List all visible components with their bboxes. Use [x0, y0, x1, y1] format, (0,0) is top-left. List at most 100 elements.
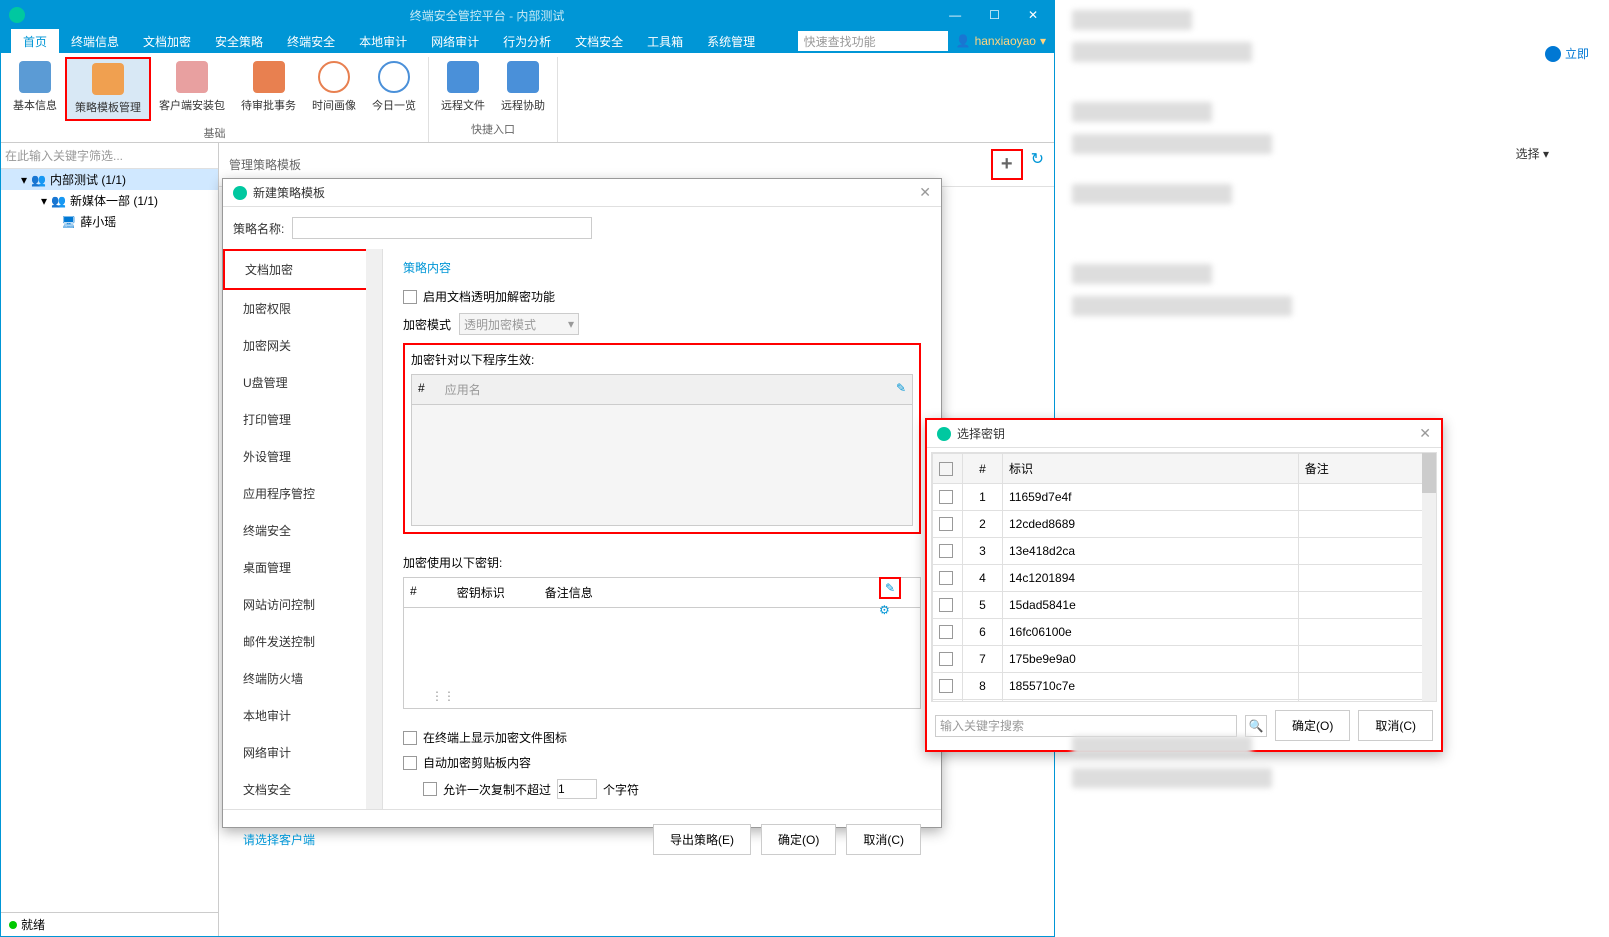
ribbon-time-portrait[interactable]: 时间画像	[304, 57, 364, 121]
tab-doc-encrypt[interactable]: 文档加密	[223, 249, 382, 290]
ok-button[interactable]: 确定(O)	[761, 824, 836, 855]
keys-modal-title: 选择密钥	[957, 425, 1005, 442]
tab-print[interactable]: 打印管理	[223, 401, 382, 438]
tab-encrypt-gateway[interactable]: 加密网关	[223, 327, 382, 364]
keys-label: 加密使用以下密钥:	[403, 554, 921, 571]
refresh-button[interactable]: ↻	[1031, 149, 1044, 180]
ribbon-policy-template[interactable]: 策略模板管理	[65, 57, 151, 121]
row-checkbox[interactable]	[939, 571, 953, 585]
modal-icon	[233, 186, 247, 200]
policy-name-input[interactable]	[292, 217, 592, 239]
menu-terminal-info[interactable]: 终端信息	[59, 29, 131, 54]
row-checkbox[interactable]	[939, 517, 953, 531]
show-icon-checkbox[interactable]	[403, 731, 417, 745]
menu-doc-encrypt[interactable]: 文档加密	[131, 29, 203, 54]
row-num: 3	[963, 538, 1003, 565]
row-checkbox[interactable]	[939, 544, 953, 558]
tabs-scrollbar[interactable]	[366, 249, 382, 809]
login-link[interactable]: 立即	[1545, 45, 1589, 62]
clock-icon	[318, 61, 350, 93]
edit-keys-button[interactable]: ✎	[879, 577, 901, 599]
chevron-down-icon: ▾	[568, 317, 574, 331]
tab-app-control[interactable]: 应用程序管控	[223, 475, 382, 512]
mode-select[interactable]: 透明加密模式▾	[459, 313, 579, 335]
maximize-button[interactable]: ☐	[981, 8, 1008, 22]
tree-panel: 在此输入关键字筛选... ▾👥内部测试 (1/1) ▾👥新媒体一部 (1/1) …	[1, 143, 219, 936]
row-checkbox[interactable]	[939, 598, 953, 612]
row-checkbox[interactable]	[939, 490, 953, 504]
row-num: 2	[963, 511, 1003, 538]
package-icon	[176, 61, 208, 93]
add-button[interactable]: +	[991, 149, 1023, 180]
tab-firewall[interactable]: 终端防火墙	[223, 660, 382, 697]
menu-toolbox[interactable]: 工具箱	[635, 29, 695, 54]
quick-search-input[interactable]: 快速查找功能	[798, 31, 948, 51]
eye-icon	[378, 61, 410, 93]
minimize-button[interactable]: —	[941, 8, 969, 22]
status-bar: 就绪	[1, 912, 218, 936]
menu-security-policy[interactable]: 安全策略	[203, 29, 275, 54]
ribbon-group-basic-label: 基础	[204, 125, 226, 141]
tab-terminal-security[interactable]: 终端安全	[223, 512, 382, 549]
key-settings-button[interactable]: ⚙	[879, 603, 901, 617]
ribbon-basic-info[interactable]: 基本信息	[5, 57, 65, 121]
tab-local-audit[interactable]: 本地审计	[223, 697, 382, 734]
row-checkbox[interactable]	[939, 625, 953, 639]
approval-icon	[253, 61, 285, 93]
app-table-body	[412, 405, 912, 525]
tab-desktop[interactable]: 桌面管理	[223, 549, 382, 586]
tab-peripheral[interactable]: 外设管理	[223, 438, 382, 475]
tree-root-node[interactable]: ▾👥内部测试 (1/1)	[1, 169, 218, 190]
tab-encrypt-perm[interactable]: 加密权限	[223, 290, 382, 327]
select-client-link[interactable]: 请选择客户端	[243, 831, 315, 848]
auto-clip-checkbox[interactable]	[403, 756, 417, 770]
tab-website[interactable]: 网站访问控制	[223, 586, 382, 623]
group-icon: 👥	[31, 173, 46, 187]
tab-network-audit[interactable]: 网络审计	[223, 734, 382, 771]
menu-system[interactable]: 系统管理	[695, 29, 767, 54]
menu-terminal-security[interactable]: 终端安全	[275, 29, 347, 54]
chevron-down-icon: ▾	[21, 173, 27, 187]
ribbon-client-package[interactable]: 客户端安装包	[151, 57, 233, 121]
enable-encrypt-checkbox[interactable]	[403, 290, 417, 304]
menu-behavior[interactable]: 行为分析	[491, 29, 563, 54]
tree-leaf-node[interactable]: 🖥薛小瑶	[1, 211, 218, 232]
tree-child-node[interactable]: ▾👥新媒体一部 (1/1)	[1, 190, 218, 211]
tab-approval[interactable]: 审批流程	[223, 808, 382, 809]
menu-local-audit[interactable]: 本地审计	[347, 29, 419, 54]
info-icon	[19, 61, 51, 93]
key-col-note: 备注信息	[545, 584, 593, 601]
close-button[interactable]: ✕	[1020, 8, 1046, 22]
row-checkbox[interactable]	[939, 652, 953, 666]
menu-doc-security[interactable]: 文档安全	[563, 29, 635, 54]
tab-email[interactable]: 邮件发送控制	[223, 623, 382, 660]
menu-network-audit[interactable]: 网络审计	[419, 29, 491, 54]
row-num: 9	[963, 700, 1003, 703]
group-icon: 👥	[51, 194, 66, 208]
ribbon-pending-approval[interactable]: 待审批事务	[233, 57, 304, 121]
user-menu[interactable]: 👤 hanxiaoyao ▾	[956, 34, 1046, 48]
cancel-button[interactable]: 取消(C)	[846, 824, 921, 855]
tree-search-input[interactable]: 在此输入关键字筛选...	[1, 143, 218, 169]
tab-doc-security[interactable]: 文档安全	[223, 771, 382, 808]
select-all-checkbox[interactable]	[939, 462, 953, 476]
modal-close-button[interactable]: ✕	[919, 184, 931, 201]
col-num-header: #	[963, 454, 1003, 484]
tab-usb[interactable]: U盘管理	[223, 364, 382, 401]
row-checkbox[interactable]	[939, 679, 953, 693]
ribbon-remote-assist[interactable]: 远程协助	[493, 57, 553, 117]
chevron-down-icon: ▾	[1040, 34, 1046, 48]
copy-limit-checkbox[interactable]	[423, 782, 437, 796]
ribbon-remote-file[interactable]: 远程文件	[433, 57, 493, 117]
ribbon-today-overview[interactable]: 今日一览	[364, 57, 424, 121]
modal-icon	[937, 427, 951, 441]
export-policy-button[interactable]: 导出策略(E)	[653, 824, 751, 855]
edit-apps-button[interactable]: ✎	[896, 381, 906, 395]
chevron-down-icon: ▾	[41, 194, 47, 208]
window-title: 终端安全管控平台 - 内部测试	[33, 7, 941, 24]
select-dropdown[interactable]: 选择 ▾	[1516, 145, 1549, 162]
copy-limit-input[interactable]	[557, 779, 597, 799]
menu-home[interactable]: 首页	[11, 29, 59, 54]
row-num: 1	[963, 484, 1003, 511]
row-num: 6	[963, 619, 1003, 646]
